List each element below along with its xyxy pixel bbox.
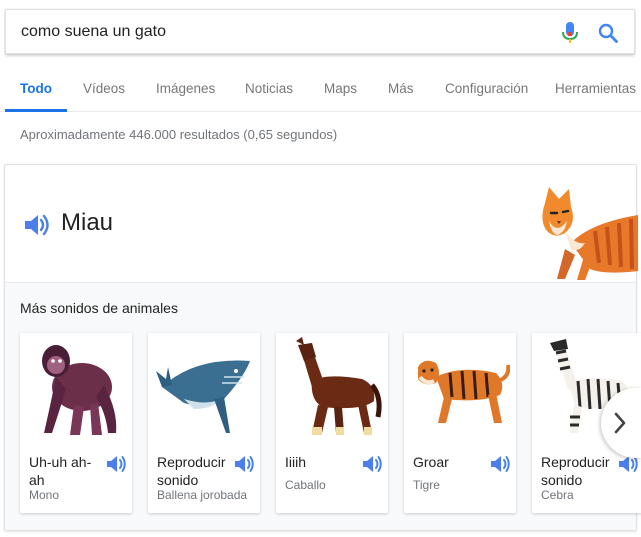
speaker-icon[interactable] — [234, 454, 256, 474]
animal-sound-card: Miau Más sonidos de animales Uh-uh ah-ah… — [4, 164, 641, 531]
animal-name: Mono — [29, 488, 60, 502]
animal-card-ballena[interactable]: Reproducir sonido Ballena jorobada — [148, 333, 260, 513]
search-query[interactable]: como suena un gato — [21, 23, 166, 41]
search-tabs: Todo Vídeos Imágenes Noticias Maps Más C… — [0, 60, 641, 112]
search-icon[interactable] — [597, 22, 619, 44]
tab-news[interactable]: Noticias — [245, 81, 293, 96]
animal-sound-text: Uh-uh ah-ah — [29, 454, 92, 488]
speaker-icon[interactable] — [362, 454, 384, 474]
tab-maps[interactable]: Maps — [324, 81, 357, 96]
tiger-illustration — [418, 360, 510, 423]
animal-sound-text: Reproducir sonido — [157, 454, 226, 488]
active-tab-indicator — [5, 109, 67, 112]
chevron-right-icon — [614, 412, 626, 434]
animal-name: Tigre — [413, 478, 440, 492]
more-animal-sounds: Más sonidos de animales Uh-uh ah-ah Mono — [5, 282, 641, 530]
animal-card-mono[interactable]: Uh-uh ah-ah Mono — [20, 333, 132, 513]
animal-name: Cebra — [541, 488, 574, 502]
more-sounds-heading: Más sonidos de animales — [20, 300, 178, 316]
tab-settings[interactable]: Configuración — [445, 81, 528, 96]
animal-card-caballo[interactable]: Iiiih Caballo — [276, 333, 388, 513]
tab-videos[interactable]: Vídeos — [83, 81, 125, 96]
search-box[interactable]: como suena un gato — [5, 9, 635, 54]
tab-images[interactable]: Imágenes — [156, 81, 215, 96]
cat-illustration — [542, 187, 638, 280]
speaker-icon[interactable] — [106, 454, 128, 474]
tab-tools[interactable]: Herramientas — [555, 81, 636, 96]
humpback-whale-illustration — [156, 360, 250, 433]
gorilla-illustration — [42, 345, 117, 435]
sound-hero: Miau — [5, 165, 638, 282]
animal-sound-text: Iiiih — [285, 454, 307, 470]
animal-sound-text: Reproducir sonido — [541, 454, 610, 488]
animal-name: Ballena jorobada — [157, 488, 248, 502]
animal-sound-text: Groar — [413, 454, 449, 470]
sound-word: Miau — [61, 209, 114, 236]
tab-more[interactable]: Más — [388, 81, 414, 96]
result-stats: Aproximadamente 446.000 resultados (0,65… — [20, 127, 338, 142]
animal-name: Caballo — [285, 478, 326, 492]
horse-illustration — [296, 337, 382, 435]
speaker-icon[interactable] — [23, 212, 51, 238]
tab-todo[interactable]: Todo — [20, 81, 52, 96]
animal-card-tigre[interactable]: Groar Tigre — [404, 333, 516, 513]
speaker-icon[interactable] — [490, 454, 512, 474]
microphone-icon[interactable] — [559, 21, 581, 45]
